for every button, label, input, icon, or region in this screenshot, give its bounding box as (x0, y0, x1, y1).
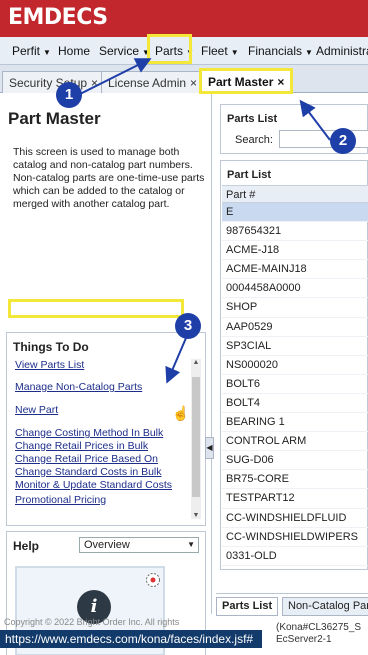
menu-fleet[interactable]: Fleet ▼ (201, 44, 239, 58)
tab-part-master[interactable]: Part Master × (199, 68, 294, 94)
scroll-down-icon[interactable]: ▼ (191, 512, 201, 519)
part-list-rows: E 987654321 ACME-J18 ACME-MAINJ18 000445… (222, 203, 368, 569)
todo-change-retail-price-based-on[interactable]: Change Retail Price Based On (15, 453, 187, 465)
todo-change-retail-prices[interactable]: Change Retail Prices in Bulk (15, 440, 187, 452)
table-row[interactable]: BEARING 1 (222, 413, 368, 433)
table-row[interactable]: 0331-OLD (222, 547, 368, 566)
menu-home[interactable]: Home (58, 44, 90, 58)
table-row[interactable]: ACME-MAINJ18 (222, 260, 368, 280)
table-row[interactable]: BR75-CORE (222, 470, 368, 490)
todo-monitor-update-standard-costs[interactable]: Monitor & Update Standard Costs (15, 479, 187, 491)
todo-change-costing-method[interactable]: Change Costing Method In Bulk (15, 427, 187, 439)
menu-service[interactable]: Service ▼ (99, 44, 150, 58)
part-list-panel: Part List Part # E 987654321 ACME-J18 AC… (220, 160, 368, 570)
menu-financials[interactable]: Financials ▼ (248, 44, 313, 58)
table-row[interactable]: SHOP (222, 298, 368, 318)
hand-cursor-icon: ☝ (172, 405, 190, 421)
table-row[interactable]: SUG-D06 (222, 451, 368, 471)
left-panel: Part Master This screen is used to manag… (0, 94, 214, 655)
right-panel: Parts List Search: Part List Part # E 98… (216, 98, 368, 618)
table-row[interactable]: E (222, 203, 368, 223)
callout-1: 1 (56, 82, 82, 108)
table-row[interactable]: AAP0529 (222, 318, 368, 337)
tab-parts-list[interactable]: Parts List (216, 597, 279, 616)
tab-security-setup[interactable]: Security Setup × (2, 71, 106, 93)
things-to-do-scrollbar[interactable]: ▲ ▼ (191, 359, 201, 519)
callout-3: 3 (175, 313, 201, 339)
parts-list-title: Parts List (227, 113, 278, 125)
app-header: EMDECS (0, 0, 368, 37)
part-list-title: Part List (227, 169, 272, 181)
things-to-do-title: Things To Do (13, 340, 89, 354)
todo-view-parts-list[interactable]: View Parts List (15, 359, 187, 371)
table-row[interactable]: CC-WINDSHIELDWIPERS (222, 528, 368, 547)
things-to-do-panel: Things To Do View Parts List Manage Non-… (6, 332, 206, 526)
table-row[interactable]: 0004458A0000 (222, 279, 368, 299)
scroll-thumb[interactable] (192, 377, 200, 497)
table-row[interactable]: TESTPART12 (222, 489, 368, 509)
status-bar-url: https://www.emdecs.com/kona/faces/index.… (0, 630, 262, 648)
close-icon[interactable]: × (190, 76, 197, 90)
table-row[interactable]: CC-WINDSHIELDFLUID (222, 509, 368, 528)
table-row[interactable]: NS000020 (222, 356, 368, 375)
callout-2: 2 (330, 128, 356, 154)
emdecs-logo[interactable]: EMDECS (8, 5, 108, 30)
todo-change-standard-costs[interactable]: Change Standard Costs in Bulk (15, 466, 187, 478)
part-number-column-header[interactable]: Part # (222, 185, 368, 203)
panel-collapse-handle[interactable]: ◀ (205, 437, 214, 459)
tab-license-admin[interactable]: License Admin × (101, 71, 205, 93)
todo-manage-non-catalog-parts[interactable]: Manage Non-Catalog Parts (15, 381, 187, 393)
search-label: Search: (235, 134, 273, 146)
chevron-down-icon: ▼ (187, 540, 195, 549)
server-info: (Kona#CL36275_S EcServer2-1 (276, 622, 362, 645)
table-row[interactable]: CONTROL ARM (222, 432, 368, 452)
table-row[interactable]: BOLT4 (222, 394, 368, 414)
menu-administration[interactable]: Administra (316, 44, 368, 58)
monitor-link-highlight (8, 299, 184, 318)
todo-new-part[interactable]: New Part (15, 404, 187, 416)
close-icon[interactable]: × (277, 75, 284, 89)
copyright-text: Copyright © 2022 Bright Order Inc. All r… (4, 617, 180, 627)
page-description: This screen is used to manage both catal… (13, 146, 205, 210)
scroll-up-icon[interactable]: ▲ (191, 359, 201, 366)
parts-menu-highlight (147, 34, 192, 64)
todo-promotional-pricing[interactable]: Promotional Pricing (15, 494, 187, 506)
right-bottom-tabs: Parts List Non-Catalog Par (216, 593, 368, 616)
tab-bar: Security Setup × License Admin × Part Mast… (0, 65, 368, 94)
close-icon[interactable]: × (91, 76, 98, 90)
page-title: Part Master (8, 109, 101, 128)
menu-perfit[interactable]: Perfit ▼ (12, 44, 51, 58)
help-topic-select[interactable]: Overview ▼ (79, 537, 199, 553)
tab-non-catalog-parts[interactable]: Non-Catalog Par (282, 597, 368, 616)
table-row[interactable]: ACME-J18 (222, 241, 368, 261)
help-title: Help (13, 539, 40, 553)
table-row[interactable]: 987654321 (222, 222, 368, 242)
settings-icon[interactable] (145, 572, 161, 588)
things-to-do-list: View Parts List Manage Non-Catalog Parts… (15, 359, 187, 521)
table-row[interactable]: SP3CIAL (222, 337, 368, 356)
table-row[interactable]: BOLT6 (222, 375, 368, 394)
